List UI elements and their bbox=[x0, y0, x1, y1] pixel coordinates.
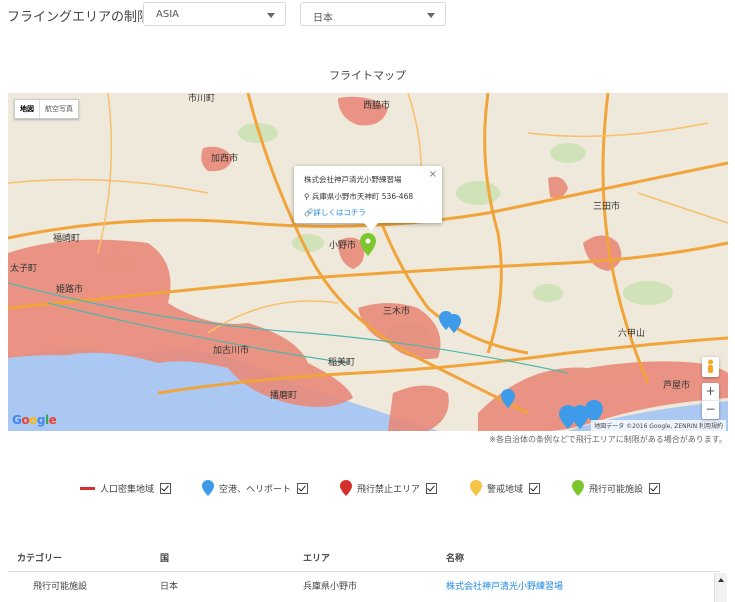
svg-text:福崎町: 福崎町 bbox=[53, 232, 80, 244]
table-header-category: カテゴリー bbox=[17, 554, 63, 564]
table-scrollbar[interactable] bbox=[714, 573, 727, 602]
pin-green-icon bbox=[572, 480, 584, 496]
legend-label: 飛行可能施設 bbox=[589, 484, 644, 495]
street-view-pegman-icon[interactable] bbox=[702, 357, 719, 377]
location-pin-icon: ⚲ bbox=[304, 192, 310, 201]
map-note: ※各自治体の条例などで飛行エリアに制限がある場合があります。 bbox=[489, 435, 727, 444]
zoom-out-button[interactable]: − bbox=[702, 401, 719, 419]
pin-blue-icon bbox=[202, 480, 214, 496]
zoom-control: + − bbox=[702, 383, 719, 419]
svg-text:加古川市: 加古川市 bbox=[213, 344, 249, 356]
info-window-address: ⚲ 兵庫県小野市天神町 536-468 bbox=[304, 191, 413, 202]
map-title: フライトマップ bbox=[329, 69, 406, 82]
legend-dense-area: 人口密集地域 bbox=[80, 478, 172, 498]
region-select[interactable]: ASIA bbox=[143, 2, 286, 26]
country-select[interactable]: 日本 bbox=[300, 2, 446, 26]
pin-yellow-icon bbox=[470, 480, 482, 496]
legend-no-fly: 飛行禁止エリア bbox=[340, 478, 438, 498]
country-select-value: 日本 bbox=[313, 13, 333, 24]
address-text: 兵庫県小野市天神町 536-468 bbox=[311, 192, 414, 201]
flight-map[interactable]: 加西市 西脇市 三田市小野市 三木市 姫路市 加古川市稲美町 福崎町 市川町 太子町播… bbox=[8, 93, 728, 431]
table-header-name: 名称 bbox=[446, 554, 465, 564]
info-window: 株式会社神戸清光小野練習場 ⚲ 兵庫県小野市天神町 536-468 🔗詳しくはコ… bbox=[294, 166, 442, 231]
legend-checkbox-caution[interactable] bbox=[529, 482, 541, 494]
chevron-down-icon bbox=[427, 13, 435, 18]
map-type-toggle[interactable]: 地図 航空写真 bbox=[14, 99, 79, 119]
link-text: 詳しくはコチラ bbox=[313, 208, 366, 217]
svg-text:三木市: 三木市 bbox=[383, 305, 410, 317]
legend-checkbox-no-fly[interactable] bbox=[426, 482, 438, 494]
zoom-in-button[interactable]: + bbox=[702, 383, 719, 401]
svg-text:三田市: 三田市 bbox=[593, 200, 620, 212]
svg-text:芦屋市: 芦屋市 bbox=[663, 379, 690, 391]
svg-text:小野市: 小野市 bbox=[329, 239, 356, 251]
svg-text:播磨町: 播磨町 bbox=[270, 389, 297, 401]
table-header-area: エリア bbox=[303, 554, 331, 564]
legend-label: 人口密集地域 bbox=[100, 484, 155, 495]
legend-checkbox-flyable[interactable] bbox=[649, 482, 661, 494]
legend-flyable: 飛行可能施設 bbox=[572, 478, 661, 498]
legend-label: 警戒地域 bbox=[487, 484, 524, 495]
google-logo: Google bbox=[12, 413, 57, 427]
map-copyright: 地図データ ©2016 Google, ZENRIN 利用規約 bbox=[591, 420, 726, 431]
svg-text:六甲山: 六甲山 bbox=[618, 327, 645, 339]
svg-text:太子町: 太子町 bbox=[10, 262, 37, 274]
svg-text:稲美町: 稲美町 bbox=[328, 356, 355, 368]
page-title: フライングエリアの制限 bbox=[7, 10, 151, 25]
legend-airport: 空港、ヘリポート bbox=[202, 478, 309, 498]
legend-label: 飛行禁止エリア bbox=[357, 484, 421, 495]
map-type-map-button[interactable]: 地図 bbox=[15, 100, 40, 118]
legend-label: 空港、ヘリポート bbox=[219, 484, 292, 495]
table-cell-name-link[interactable]: 株式会社神戸清光小野練習場 bbox=[446, 579, 563, 592]
info-window-link[interactable]: 🔗詳しくはコチラ bbox=[304, 207, 366, 218]
svg-text:市川町: 市川町 bbox=[188, 93, 215, 104]
dense-area-line-icon bbox=[80, 486, 95, 490]
pin-red-icon bbox=[340, 480, 352, 496]
region-select-value: ASIA bbox=[156, 9, 179, 20]
table-header-country: 国 bbox=[160, 554, 170, 564]
info-window-tail bbox=[364, 223, 378, 231]
table-cell-country: 日本 bbox=[160, 582, 179, 592]
svg-text:西脇市: 西脇市 bbox=[363, 99, 390, 111]
legend-checkbox-dense-area[interactable] bbox=[160, 482, 172, 494]
map-canvas: 加西市 西脇市 三田市小野市 三木市 姫路市 加古川市稲美町 福崎町 市川町 太子町播… bbox=[8, 93, 728, 431]
link-icon: 🔗 bbox=[304, 208, 314, 217]
legend-caution: 警戒地域 bbox=[470, 478, 541, 498]
close-icon[interactable]: × bbox=[429, 169, 437, 180]
svg-text:姫路市: 姫路市 bbox=[56, 283, 83, 295]
svg-text:加西市: 加西市 bbox=[211, 152, 238, 164]
table-cell-area: 兵庫県小野市 bbox=[303, 582, 358, 592]
map-type-satellite-button[interactable]: 航空写真 bbox=[40, 100, 78, 118]
table-divider bbox=[8, 571, 720, 572]
chevron-down-icon bbox=[267, 13, 275, 18]
table-cell-category: 飛行可能施設 bbox=[33, 582, 88, 592]
legend-checkbox-airport[interactable] bbox=[297, 482, 309, 494]
info-window-name: 株式会社神戸清光小野練習場 bbox=[304, 175, 402, 184]
